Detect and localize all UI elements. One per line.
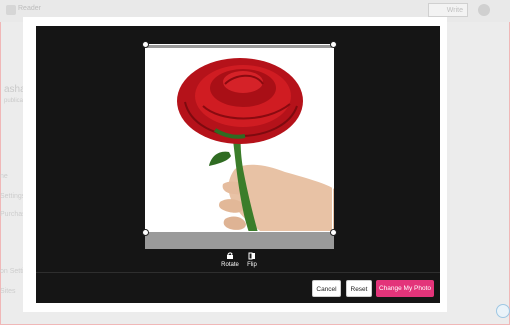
crop-handle-bottom-right[interactable] (330, 229, 337, 236)
flip-button[interactable]: Flip (245, 252, 259, 268)
crop-handle-top-left[interactable] (142, 41, 149, 48)
sidebar-item-sites[interactable]: Sites (0, 288, 16, 295)
avatar[interactable] (478, 4, 490, 16)
change-photo-button[interactable]: Change My Photo (376, 280, 434, 297)
rotate-button[interactable]: Rotate (219, 252, 241, 268)
write-button[interactable]: Write (428, 3, 468, 17)
reset-button[interactable]: Reset (346, 280, 372, 297)
app-title: Reader (18, 5, 41, 12)
crop-box[interactable] (145, 44, 333, 232)
cancel-button[interactable]: Cancel (312, 280, 341, 297)
crop-handle-top-right[interactable] (330, 41, 337, 48)
crop-handle-bottom-left[interactable] (142, 229, 149, 236)
rotate-icon (227, 252, 233, 259)
rotate-label: Rotate (221, 262, 239, 268)
sidebar-item-0[interactable]: ne (0, 173, 8, 180)
crop-mask-bottom (145, 232, 334, 249)
reader-icon (6, 5, 16, 15)
modal-divider (36, 272, 440, 273)
flip-label: Flip (247, 262, 257, 268)
flip-icon (248, 252, 255, 260)
sidebar-item-settings[interactable]: Settings (0, 193, 25, 200)
help-icon[interactable] (496, 304, 510, 318)
